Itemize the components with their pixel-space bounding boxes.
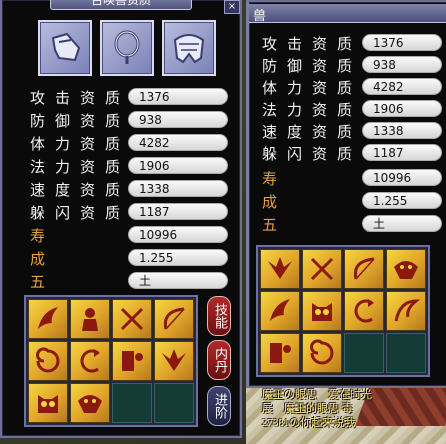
stat-label: 防御资质	[30, 111, 131, 130]
stat-value: 938	[362, 56, 442, 73]
empty-skill-slot[interactable]	[112, 383, 152, 423]
stat-dodge: 躲闪资质	[30, 202, 130, 222]
stat-value: 1906	[362, 100, 442, 117]
tablet-skill-icon[interactable]	[112, 341, 152, 381]
stat-value: 1376	[362, 34, 442, 51]
right-title-bar: 兽	[249, 4, 446, 24]
stat-value: 1338	[362, 122, 442, 139]
empty-skill-slot[interactable]	[386, 333, 426, 373]
skill-grid-left	[24, 295, 198, 427]
stat-value: 10996	[128, 226, 228, 243]
stat-value: 1338	[128, 180, 228, 197]
wings-skill-icon[interactable]	[154, 341, 194, 381]
stat-value: 土	[362, 215, 442, 232]
stat-value: 土	[128, 272, 228, 289]
warrior-skill-icon[interactable]	[70, 299, 110, 339]
stat-label: 法力资质	[30, 157, 131, 176]
inner-core-button[interactable]: 内丹	[207, 340, 231, 380]
stat-stamina: 体力资质	[262, 77, 362, 97]
stat-value: 1.255	[128, 249, 228, 266]
panel-title: 召唤兽资质	[50, 0, 192, 10]
stat-label: 攻击资质	[262, 34, 363, 53]
stat-label: 防御资质	[262, 56, 363, 75]
stat-value: 938	[128, 111, 228, 128]
stat-label: 体力资质	[262, 78, 363, 97]
stat-magic: 法力资质	[262, 99, 362, 119]
stat-value: 1187	[128, 203, 228, 220]
chat-line: 27381の你起来说我	[262, 417, 356, 429]
owl-skill-icon[interactable]	[28, 383, 68, 423]
skills-button[interactable]: 技能	[207, 296, 231, 336]
skill-grid-right	[256, 245, 430, 377]
stat-speed: 速度资质	[30, 179, 130, 199]
necklace-icon	[114, 30, 140, 64]
bow-skill-icon[interactable]	[154, 299, 194, 339]
stat-attack: 攻击资质	[30, 87, 130, 107]
bow-skill-icon[interactable]	[344, 249, 384, 289]
stat-value: 10996	[362, 169, 442, 186]
equipment-slot-necklace[interactable]	[100, 20, 154, 76]
equipment-slot-armor[interactable]	[162, 20, 216, 76]
stat-value: 4282	[128, 134, 228, 151]
advance-button[interactable]: 进阶	[207, 386, 231, 426]
stat-label: 速度资质	[30, 180, 131, 199]
feather-skill-icon[interactable]	[28, 299, 68, 339]
stat-magic: 法力资质	[30, 156, 130, 176]
serpent-skill-icon[interactable]	[386, 249, 426, 289]
empty-skill-slot[interactable]	[154, 383, 194, 423]
swirl-skill-icon[interactable]	[28, 341, 68, 381]
stat-dodge: 躲闪资质	[262, 143, 362, 163]
stat-value: 1.255	[362, 192, 442, 209]
wings-skill-icon[interactable]	[260, 249, 300, 289]
equipment-slot-boots[interactable]	[38, 20, 92, 76]
stat-value: 1376	[128, 88, 228, 105]
owl-skill-icon[interactable]	[302, 291, 342, 331]
panel-title: 兽	[253, 9, 267, 24]
chat-line: 魔王の眼思 爱在时光	[262, 389, 372, 401]
swirl-skill-icon[interactable]	[386, 291, 426, 331]
crossed-swords-skill-icon[interactable]	[112, 299, 152, 339]
equipment-row	[38, 20, 216, 76]
stat-label: 躲闪资质	[30, 203, 131, 222]
game-scene: 魔王の眼思 爱在时光 展 魔王的眼思 毒 27381の你起来说我 召唤兽资质 ×	[0, 0, 446, 444]
swirl-skill-icon[interactable]	[302, 333, 342, 373]
tablet-skill-icon[interactable]	[260, 333, 300, 373]
armor-icon	[173, 34, 205, 64]
stat-speed: 速度资质	[262, 121, 362, 141]
stat-label: 速度资质	[262, 122, 363, 141]
stat-label: 躲闪资质	[262, 144, 363, 163]
stat-value: 4282	[362, 78, 442, 95]
stat-value: 1906	[128, 157, 228, 174]
stat-defense: 防御资质	[262, 55, 362, 75]
feather-skill-icon[interactable]	[260, 291, 300, 331]
stat-stamina: 体力资质	[30, 133, 130, 153]
return-skill-icon[interactable]	[70, 341, 110, 381]
serpent-skill-icon[interactable]	[70, 383, 110, 423]
close-button[interactable]: ×	[224, 0, 240, 14]
return-skill-icon[interactable]	[344, 291, 384, 331]
stat-label: 攻击资质	[30, 88, 131, 107]
empty-skill-slot[interactable]	[344, 333, 384, 373]
boots-icon	[51, 32, 81, 62]
crossed-swords-skill-icon[interactable]	[302, 249, 342, 289]
stat-attack: 攻击资质	[262, 33, 362, 53]
stat-label: 法力资质	[262, 100, 363, 119]
stat-value: 1187	[362, 144, 442, 161]
chat-line: 展 魔王的眼思 毒	[262, 403, 353, 415]
stat-label: 体力资质	[30, 134, 131, 153]
chat-overlay: 魔王の眼思 爱在时光 展 魔王的眼思 毒 27381の你起来说我	[262, 388, 446, 430]
stat-defense: 防御资质	[30, 110, 130, 130]
